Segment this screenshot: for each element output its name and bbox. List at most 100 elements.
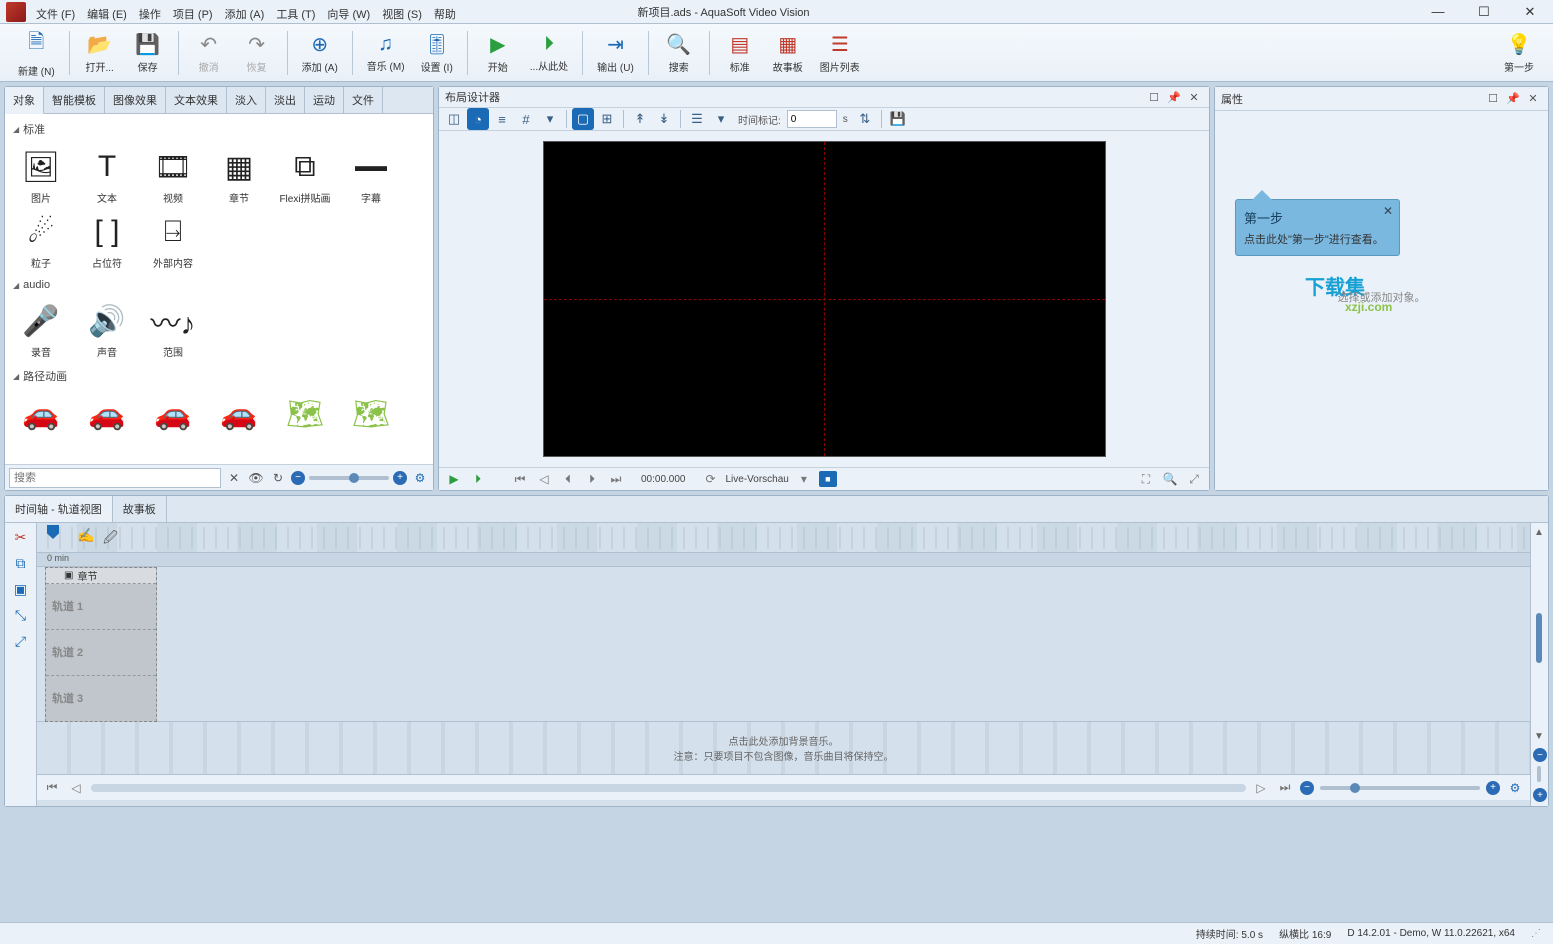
add-button[interactable]: ⊕添加 (A): [294, 26, 346, 80]
tab-file[interactable]: 文件: [344, 87, 383, 113]
tl-zoom-out-button[interactable]: −: [1300, 781, 1314, 795]
menu-help[interactable]: 帮助: [428, 3, 462, 25]
layout-grid-icon[interactable]: #: [515, 108, 537, 130]
play-button[interactable]: ▶: [445, 470, 463, 488]
tl-goto-start-icon[interactable]: ⏮: [43, 779, 61, 797]
obj-particle[interactable]: ☄粒子: [9, 209, 73, 272]
obj-sound[interactable]: 🔊声音: [75, 298, 139, 361]
obj-path-1[interactable]: 🚗: [9, 391, 73, 437]
obj-external[interactable]: ⍈外部内容: [141, 209, 205, 272]
obj-image[interactable]: 🖼图片: [9, 144, 73, 207]
tl-fitv-icon[interactable]: ⤢: [11, 631, 31, 651]
tl-vzoom-in[interactable]: +: [1533, 788, 1547, 802]
obj-record[interactable]: 🎤录音: [9, 298, 73, 361]
objects-zoom-slider[interactable]: [309, 476, 389, 480]
music-button[interactable]: ♫音乐 (M): [359, 26, 413, 80]
timeline-chapter-area[interactable]: ▣章节 轨道 1 轨道 2 轨道 3: [37, 567, 1530, 722]
preview-mode[interactable]: Live-Vorschau: [726, 474, 789, 485]
storyboard-button[interactable]: ▦故事板: [764, 26, 812, 80]
layout-edit1-icon[interactable]: ↟: [629, 108, 651, 130]
tab-templates[interactable]: 智能模板: [44, 87, 105, 113]
refresh-icon[interactable]: ↻: [269, 469, 287, 487]
music-track[interactable]: 点击此处添加背景音乐。 注意：只要项目不包含图像，音乐曲目将保持空。: [37, 722, 1530, 774]
tab-fadein[interactable]: 淡入: [227, 87, 266, 113]
prop-pin-icon[interactable]: 📌: [1504, 90, 1522, 108]
time-input[interactable]: [787, 110, 837, 128]
output-button[interactable]: ⇥输出 (U): [589, 26, 642, 80]
tab-storyboard[interactable]: 故事板: [113, 496, 167, 522]
timeline-scrollbar[interactable]: [91, 784, 1246, 792]
layout-edit2-icon[interactable]: ↡: [653, 108, 675, 130]
settings-button[interactable]: 🎚设置 (I): [413, 26, 461, 80]
panel-maximize-icon[interactable]: ☐: [1145, 88, 1163, 106]
obj-path-6[interactable]: 🗺: [339, 391, 403, 437]
fullscreen-icon[interactable]: ⤢: [1185, 470, 1203, 488]
eye-icon[interactable]: 👁: [247, 469, 265, 487]
preview-menu-icon[interactable]: ▾: [795, 470, 813, 488]
tab-imageeffects[interactable]: 图像效果: [105, 87, 166, 113]
track-3[interactable]: 轨道 3: [46, 676, 156, 722]
tab-objects[interactable]: 对象: [5, 87, 44, 114]
time-stepper-icon[interactable]: ⇅: [854, 108, 876, 130]
save-button[interactable]: 💾保存: [124, 26, 172, 80]
menu-wizard[interactable]: 向导 (W): [321, 3, 376, 25]
section-path[interactable]: 路径动画: [5, 365, 433, 387]
save-marker-icon[interactable]: 💾: [887, 108, 909, 130]
status-resize-grip[interactable]: ⋰: [1531, 928, 1541, 939]
tl-vzoom-slider[interactable]: [1537, 766, 1541, 782]
layout-dropdown-icon[interactable]: ▾: [539, 108, 561, 130]
clear-search-icon[interactable]: ✕: [225, 469, 243, 487]
layout-safe-icon[interactable]: ▢: [572, 108, 594, 130]
menu-edit[interactable]: 编辑 (E): [81, 3, 133, 25]
obj-placeholder[interactable]: [ ]占位符: [75, 209, 139, 272]
tl-vzoom-out[interactable]: −: [1533, 748, 1547, 762]
tl-zoom-in-button[interactable]: +: [1486, 781, 1500, 795]
goto-start-icon[interactable]: ⏮: [511, 470, 529, 488]
zoom-fit-icon[interactable]: ⛶: [1137, 470, 1155, 488]
next-frame-icon[interactable]: ⏵: [583, 470, 601, 488]
imagelist-button[interactable]: ☰图片列表: [812, 26, 868, 80]
zoom-in-button[interactable]: +: [393, 471, 407, 485]
tl-goto-end-icon[interactable]: ⏭: [1276, 779, 1294, 797]
layout-line-icon[interactable]: ≡: [491, 108, 513, 130]
menu-add[interactable]: 添加 (A): [219, 3, 271, 25]
obj-path-2[interactable]: 🚗: [75, 391, 139, 437]
obj-subtitle[interactable]: ▬▬字幕: [339, 144, 403, 207]
preview-badge[interactable]: ■: [819, 471, 837, 487]
timeline-ruler[interactable]: ✍ 🖉 0 min: [37, 523, 1530, 567]
undo-button[interactable]: ↶撤消: [185, 26, 233, 80]
menu-action[interactable]: 操作: [133, 3, 167, 25]
maximize-button[interactable]: ☐: [1461, 0, 1507, 24]
obj-text[interactable]: T文本: [75, 144, 139, 207]
obj-path-3[interactable]: 🚗: [141, 391, 205, 437]
prop-maximize-icon[interactable]: ☐: [1484, 90, 1502, 108]
layout-thirds-icon[interactable]: ⊞: [596, 108, 618, 130]
menu-view[interactable]: 视图 (S): [376, 3, 428, 25]
tab-motion[interactable]: 运动: [305, 87, 344, 113]
search-input[interactable]: [9, 468, 221, 488]
timeline-vscroll[interactable]: ▲ ▼ − +: [1530, 523, 1548, 806]
layout-dropdown2-icon[interactable]: ▾: [710, 108, 732, 130]
tooltip-close-icon[interactable]: ✕: [1383, 204, 1393, 218]
timeline-zoom-slider[interactable]: [1320, 786, 1480, 790]
layout-curve-icon[interactable]: ◔: [467, 108, 489, 130]
chapter-block[interactable]: ▣章节 轨道 1 轨道 2 轨道 3: [45, 567, 157, 722]
start-button[interactable]: ▶开始: [474, 26, 522, 80]
preview-canvas[interactable]: [543, 141, 1106, 457]
close-button[interactable]: ✕: [1507, 0, 1553, 24]
tl-cut-icon[interactable]: ✂: [11, 527, 31, 547]
obj-range[interactable]: 〰♪范围: [141, 298, 205, 361]
zoom-out-button[interactable]: −: [291, 471, 305, 485]
redo-button[interactable]: ↷恢复: [233, 26, 281, 80]
obj-video[interactable]: 🎞视频: [141, 144, 205, 207]
panel-pin-icon[interactable]: 📌: [1165, 88, 1183, 106]
layout-list-icon[interactable]: ☰: [686, 108, 708, 130]
fromhere-button[interactable]: ⏵...从此处: [522, 26, 576, 80]
prop-close-icon[interactable]: ✕: [1524, 90, 1542, 108]
grid-settings-icon[interactable]: ⚙: [411, 469, 429, 487]
tl-step-fwd-icon[interactable]: ▷: [1252, 779, 1270, 797]
tl-fith-icon[interactable]: ⤡: [11, 605, 31, 625]
tab-texteffects[interactable]: 文本效果: [166, 87, 227, 113]
nextstep-button[interactable]: 💡第一步: [1495, 26, 1543, 80]
obj-flexi[interactable]: ⧉Flexi拼贴画: [273, 144, 337, 207]
